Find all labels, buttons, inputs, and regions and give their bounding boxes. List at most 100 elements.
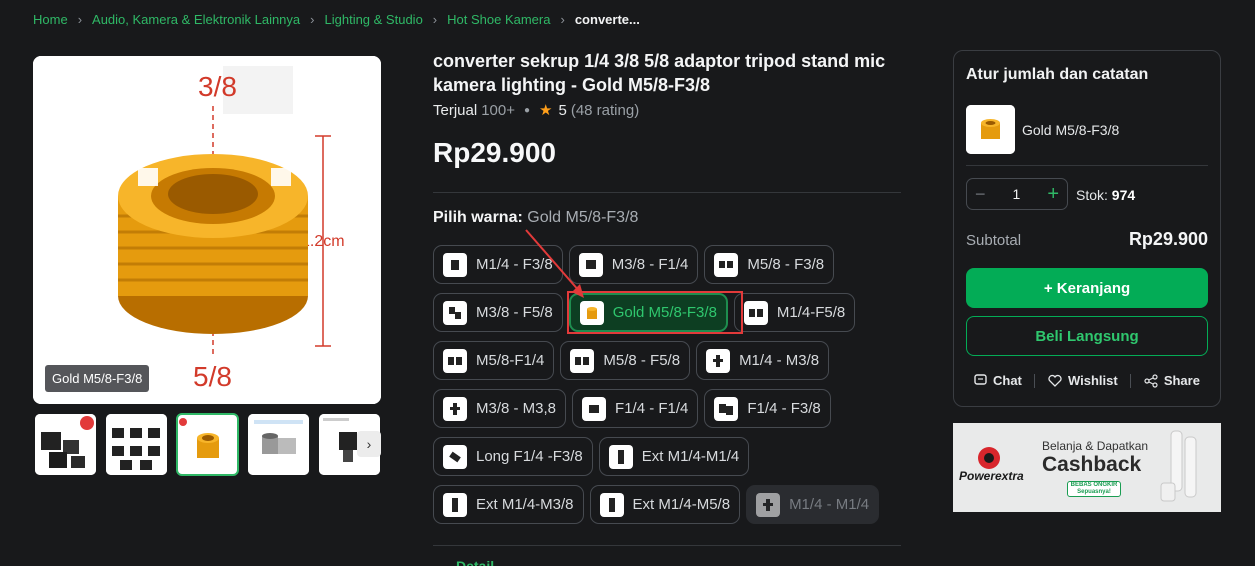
- thumbnail-image: [35, 414, 96, 475]
- chevron-right-icon: ›: [77, 11, 83, 27]
- chevron-right-icon: ›: [310, 11, 315, 27]
- variant-thumb-icon: [743, 300, 768, 325]
- subtotal-value: Rp29.900: [1128, 229, 1208, 249]
- banner-line-1: Belanja & Dapatkan: [1042, 439, 1149, 453]
- rating-count[interactable]: (48 rating): [571, 102, 639, 119]
- breadcrumb-leaf[interactable]: Hot Shoe Kamera: [447, 12, 550, 27]
- variant-thumb-icon: [443, 252, 467, 277]
- plus-icon[interactable]: +: [1047, 183, 1059, 206]
- variant-option[interactable]: Ext M1/4-M1/4: [598, 437, 750, 476]
- variant-thumb-icon: [706, 348, 731, 373]
- quantity-stepper: − 1 +: [966, 178, 1068, 210]
- variant-option-disabled: M1/4 - M1/4: [746, 485, 880, 524]
- variant-option[interactable]: F1/4 - F3/8: [704, 389, 831, 428]
- subtotal-label: Subtotal: [966, 232, 1022, 249]
- divider: [1034, 373, 1036, 388]
- variant-thumb-icon: [714, 396, 739, 421]
- variant-option[interactable]: F1/4 - F1/4: [572, 389, 699, 428]
- buy-now-button[interactable]: Beli Langsung: [966, 316, 1208, 356]
- cart-card: Atur jumlah dan catatan Gold M5/8-F3/8 −…: [953, 50, 1221, 407]
- heart-icon: [1048, 374, 1062, 387]
- product-price: Rp29.900: [433, 137, 556, 168]
- thumbnail-image: [177, 414, 238, 475]
- quantity-input[interactable]: 1: [1013, 186, 1021, 202]
- sold-label: Terjual: [433, 101, 478, 119]
- variant-option[interactable]: M5/8 - F5/8: [560, 341, 691, 380]
- cart-variant-name: Gold M5/8-F3/8: [1022, 122, 1120, 138]
- tab-detail[interactable]: Detail: [456, 558, 494, 566]
- breadcrumb-home[interactable]: Home: [33, 12, 68, 27]
- photo-label-top: 3/8: [198, 71, 237, 102]
- variant-thumb-icon: [443, 396, 467, 421]
- main-product-image[interactable]: 3/8 5/8 1.2cm Gold M5/8-F3/8: [33, 56, 381, 404]
- cart-card-title: Atur jumlah dan catatan: [966, 66, 1149, 83]
- variant-option[interactable]: M5/8 - F3/8: [704, 245, 835, 284]
- card-actions: Chat Wishlist Share: [966, 373, 1208, 388]
- stock-info: Stok: 974: [1076, 187, 1135, 203]
- chat-button[interactable]: Chat: [966, 373, 1030, 388]
- add-to-cart-button[interactable]: + Keranjang: [966, 268, 1208, 308]
- image-caption: Gold M5/8-F3/8: [45, 365, 150, 392]
- product-photo: 3/8 5/8 1.2cm: [33, 56, 381, 404]
- variant-thumb-icon: [756, 492, 781, 517]
- thumbnail-3[interactable]: [176, 413, 239, 476]
- banner-brand: Powerextra: [959, 469, 1024, 483]
- variant-option[interactable]: M3/8 - M3,8: [433, 389, 567, 428]
- share-button[interactable]: Share: [1136, 373, 1208, 388]
- thumbnail-strip: [35, 413, 380, 476]
- variant-thumb-icon: [582, 396, 607, 421]
- minus-icon[interactable]: −: [975, 184, 986, 205]
- free-shipping-badge: BEBAS ONGKIR Sepuasnya!: [1067, 481, 1121, 497]
- thumbnail-2[interactable]: [106, 414, 167, 475]
- chat-icon: [974, 374, 987, 385]
- thumbnail-1[interactable]: [35, 414, 96, 475]
- variant-thumb-icon: [714, 252, 739, 277]
- variant-option[interactable]: Ext M1/4-M5/8: [589, 485, 741, 524]
- thumbnail-next-button[interactable]: ›: [357, 431, 381, 457]
- divider: [433, 545, 901, 546]
- banner-line-2: Cashback: [1042, 453, 1142, 476]
- divider: [433, 192, 901, 193]
- chevron-right-icon: ›: [560, 11, 565, 27]
- stock-label: Stok:: [1076, 187, 1108, 203]
- cart-variant-thumbnail: [966, 105, 1015, 154]
- variant-thumb-icon: [443, 444, 467, 469]
- variant-thumb-icon: [608, 444, 633, 469]
- divider: [1130, 373, 1132, 388]
- thumbnail-4[interactable]: [248, 414, 309, 475]
- variant-option[interactable]: M1/4-F5/8: [733, 293, 856, 332]
- variant-option[interactable]: Ext M1/4-M3/8: [433, 485, 584, 524]
- wishlist-button[interactable]: Wishlist: [1040, 373, 1126, 388]
- variant-option[interactable]: M5/8-F1/4: [433, 341, 555, 380]
- chevron-right-icon: ›: [366, 436, 372, 452]
- variant-label-title: Pilih warna:: [433, 209, 523, 226]
- variant-thumb-icon: [443, 300, 467, 325]
- variant-thumb-icon: [570, 348, 595, 373]
- star-icon: ★: [539, 102, 553, 119]
- variant-thumb-icon: [443, 492, 467, 517]
- variant-selected-value: Gold M5/8-F3/8: [527, 209, 639, 226]
- thumbnail-image: [106, 414, 167, 475]
- share-icon: [1144, 373, 1158, 388]
- annotation-arrow-icon: [525, 229, 584, 298]
- variant-option[interactable]: Long F1/4 -F3/8: [433, 437, 593, 476]
- rating-value[interactable]: 5: [558, 102, 566, 119]
- product-title: converter sekrup 1/4 3/8 5/8 adaptor tri…: [433, 51, 886, 95]
- breadcrumb-category[interactable]: Audio, Kamera & Elektronik Lainnya: [92, 12, 300, 27]
- divider: [966, 165, 1208, 166]
- variant-thumb-icon: [599, 492, 624, 517]
- thumbnail-image: [248, 414, 309, 475]
- breadcrumb: Home › Audio, Kamera & Elektronik Lainny…: [33, 11, 640, 27]
- photo-label-bottom: 5/8: [193, 361, 232, 392]
- stock-value: 974: [1111, 187, 1136, 203]
- promo-banner[interactable]: Powerextra Belanja & Dapatkan Cashback B…: [953, 423, 1221, 512]
- variant-option[interactable]: M1/4 - M3/8: [696, 341, 830, 380]
- product-meta: Terjual 100+ ● ★ 5 (48 rating): [433, 101, 639, 120]
- chevron-right-icon: ›: [432, 11, 438, 27]
- breadcrumb-subcategory[interactable]: Lighting & Studio: [325, 12, 423, 27]
- sold-count: 100+: [481, 101, 515, 119]
- separator-dot: ●: [523, 104, 531, 116]
- variant-options: M1/4 - F3/8 M3/8 - F1/4 M5/8 - F3/8 M3/8…: [433, 245, 903, 524]
- variant-thumb-icon: [443, 348, 467, 373]
- variant-label: Pilih warna: Gold M5/8-F3/8: [433, 209, 638, 227]
